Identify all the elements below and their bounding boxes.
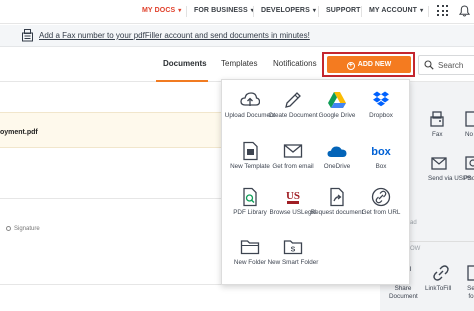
svg-text:S: S (291, 247, 296, 254)
request-document-option[interactable]: Request document (311, 187, 363, 227)
chevron-down-icon: ▾ (312, 8, 316, 14)
usps-mail-icon (431, 157, 447, 170)
box-option[interactable]: box Box (358, 141, 404, 177)
nav-my-docs[interactable]: MY DOCS ▾ (142, 7, 181, 14)
truncated-heading: OW (410, 246, 421, 252)
box-label: Box (375, 163, 387, 170)
list-divider (0, 284, 221, 285)
nav-support-label: SUPPORT (326, 7, 361, 14)
link-icon (433, 265, 449, 281)
fax-promo-link[interactable]: Add a Fax number to your pdfFiller accou… (39, 31, 310, 40)
photo-label: Pho (464, 175, 474, 182)
nav-support[interactable]: SUPPORT (326, 7, 361, 14)
right-actions-panel: Fax No Send via USPS Pho ad OW LinkToFil… (410, 82, 474, 311)
new-folder-option[interactable]: New Folder (227, 237, 273, 275)
send-icon (467, 265, 474, 281)
tab-notifications[interactable]: Notifications (273, 59, 317, 68)
nav-developers[interactable]: DEVELOPERS ▾ (261, 7, 316, 14)
bell-icon[interactable] (459, 5, 470, 17)
new-smart-folder-option[interactable]: S New Smart Folder (268, 237, 318, 275)
fax-label: Fax (432, 131, 443, 138)
pen-icon (285, 92, 301, 108)
photo-icon (465, 156, 474, 170)
apps-grid-icon[interactable] (437, 5, 449, 17)
nav-divider (318, 6, 319, 17)
nav-my-docs-label: MY DOCS (142, 7, 176, 14)
search-input[interactable]: Search (418, 55, 474, 75)
cloud-upload-icon (240, 92, 260, 106)
pdf-library-option[interactable]: PDF Library (227, 187, 273, 227)
uslegal-icon: US (286, 190, 300, 204)
top-navigation: MY DOCS▾ FOR BUSINESS▾ DEVELOPERS▾ SUPPO… (0, 0, 474, 24)
template-icon (243, 141, 258, 161)
svg-text:box: box (371, 146, 391, 158)
nav-divider (186, 6, 187, 17)
send-for-label: Se fo (467, 285, 474, 300)
dropbox-label: Dropbox (369, 112, 393, 119)
new-smart-folder-label: New Smart Folder (267, 259, 319, 266)
folder-icon (240, 240, 260, 255)
pdf-library-icon (243, 187, 257, 207)
box-icon: box (371, 146, 391, 158)
truncated-text: ad (410, 220, 417, 226)
notarize-label: No (465, 131, 474, 138)
list-divider (0, 198, 221, 199)
request-document-icon (330, 187, 344, 207)
dropbox-icon (373, 91, 389, 107)
nav-my-account[interactable]: MY ACCOUNT ▾ (369, 7, 423, 14)
nav-divider (253, 6, 254, 17)
tab-templates[interactable]: Templates (221, 59, 257, 68)
onedrive-icon (327, 146, 347, 157)
plus-circle-icon: + (346, 62, 355, 70)
browse-uslegal-option[interactable]: US Browse USLegal (270, 187, 317, 227)
share-document-label: Share Document (389, 285, 418, 300)
add-new-label: ADD NEW (357, 61, 392, 68)
get-from-url-option[interactable]: Get from URL (358, 187, 404, 227)
signature-status-label: Signature (14, 226, 40, 232)
document-file-name: oyment.pdf (0, 129, 38, 136)
nav-developers-label: DEVELOPERS (261, 7, 310, 14)
nav-my-account-label: MY ACCOUNT (369, 7, 418, 14)
google-drive-icon (328, 92, 346, 108)
email-icon (283, 144, 303, 158)
fax-icon (22, 29, 33, 42)
nav-divider (428, 6, 429, 17)
google-drive-option[interactable]: Google Drive (314, 90, 360, 130)
upload-document-option[interactable]: Upload Document (225, 90, 275, 130)
svg-text:US: US (286, 190, 300, 202)
active-tab-indicator (156, 80, 208, 82)
chevron-down-icon: ▾ (420, 8, 424, 14)
fax-promo-banner: Add a Fax number to your pdfFiller accou… (0, 25, 474, 47)
search-icon (424, 60, 434, 70)
add-new-button[interactable]: + ADD NEW (327, 56, 411, 73)
new-template-option[interactable]: New Template (227, 141, 273, 177)
search-placeholder: Search (438, 61, 464, 70)
link-icon (371, 187, 391, 207)
signature-status: Signature (6, 226, 40, 232)
notarize-icon (465, 111, 474, 127)
smart-folder-icon: S (283, 240, 303, 255)
dropbox-option[interactable]: Dropbox (358, 90, 404, 130)
nav-for-business[interactable]: FOR BUSINESS▾ (194, 7, 254, 14)
chevron-down-icon: ▾ (178, 8, 182, 14)
tab-documents[interactable]: Documents (163, 59, 207, 68)
fax-icon (430, 111, 444, 127)
nav-divider (361, 6, 362, 17)
onedrive-option[interactable]: OneDrive (314, 141, 360, 177)
add-new-dropdown-menu: Upload Document Create Document Google D… (221, 79, 410, 285)
document-row[interactable]: oyment.pdf (0, 112, 221, 148)
linktofill-label: LinkToFill (425, 285, 452, 292)
signature-status-icon (6, 226, 11, 231)
nav-for-business-label: FOR BUSINESS (194, 7, 248, 14)
get-from-url-label: Get from URL (361, 209, 401, 216)
create-document-option[interactable]: Create Document (268, 90, 318, 130)
get-from-email-option[interactable]: Get from email (270, 141, 316, 177)
